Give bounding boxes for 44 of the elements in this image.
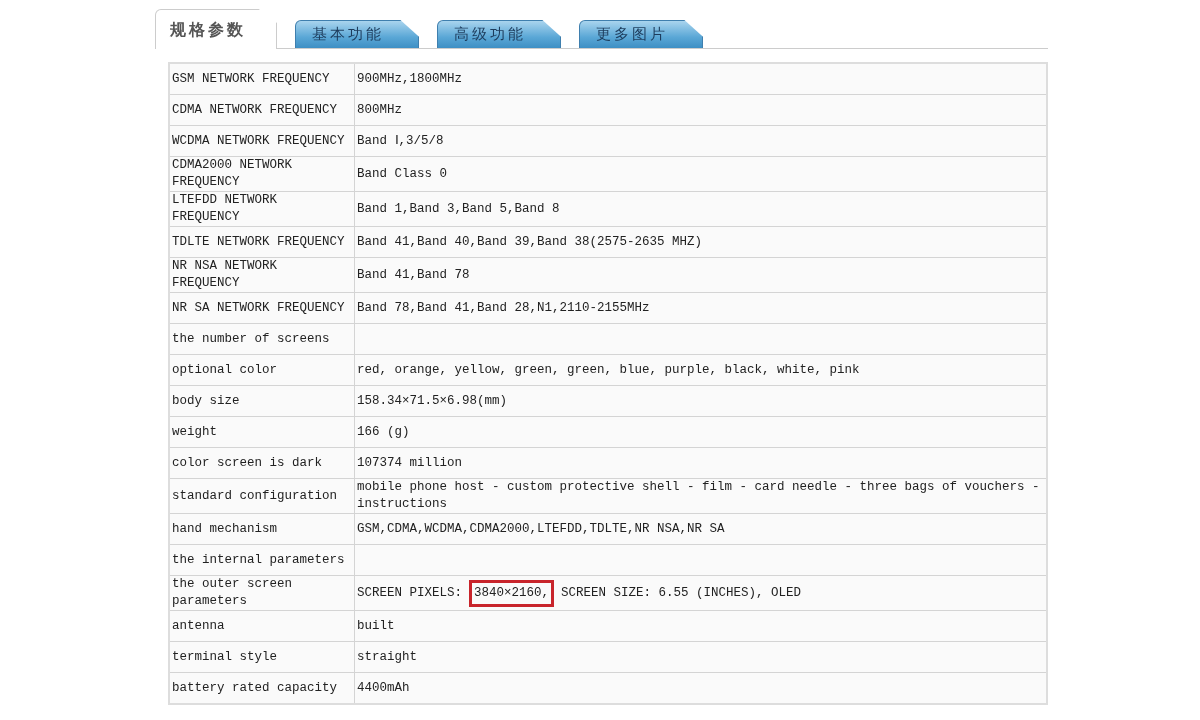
spec-label-cell: body size — [169, 385, 355, 417]
spec-value-cell: Band 41,Band 40,Band 39,Band 38(2575-2635 MHZ) — [354, 226, 1047, 258]
spec-label-cell: GSM NETWORK FREQUENCY — [169, 63, 355, 95]
spec-value-cell: Band 78,Band 41,Band 28,N1,2110-2155MHz — [354, 292, 1047, 324]
spec-label-cell: weight — [169, 416, 355, 448]
spec-value-text: SCREEN PIXELS: — [357, 584, 463, 602]
spec-label-cell: CDMA NETWORK FREQUENCY — [169, 94, 355, 126]
spec-value-cell: 900MHz,1800MHz — [354, 63, 1047, 95]
spec-value-cell: 107374 million — [354, 447, 1047, 479]
spec-label-cell: standard configuration — [169, 478, 355, 514]
spec-label-cell: NR SA NETWORK FREQUENCY — [169, 292, 355, 324]
spec-label-cell: antenna — [169, 610, 355, 642]
spec-value-cell: mobile phone host - custom protective shell - film - card needle - three bags of vouchers - instructions — [354, 478, 1047, 514]
spec-value-cell: Band 41,Band 78 — [354, 257, 1047, 293]
spec-value-cell: Band Class 0 — [354, 156, 1047, 192]
spec-label-cell: TDLTE NETWORK FREQUENCY — [169, 226, 355, 258]
tab[interactable]: 更多图片 — [579, 20, 703, 48]
spec-value-cell: red, orange, yellow, green, green, blue, purple, black, white, pink — [354, 354, 1047, 386]
spec-value-cell: Band Ⅰ,3/5/8 — [354, 125, 1047, 157]
spec-label-cell: NR NSA NETWORK FREQUENCY — [169, 257, 355, 293]
spec-value-cell: straight — [354, 641, 1047, 673]
spec-label-cell: the number of screens — [169, 323, 355, 355]
spec-value-cell: 800MHz — [354, 94, 1047, 126]
spec-value-text: SCREEN SIZE: 6.55 (INCHES), OLED — [561, 584, 802, 602]
spec-label-cell: optional color — [169, 354, 355, 386]
spec-value-cell: built — [354, 610, 1047, 642]
spec-label-cell: hand mechanism — [169, 513, 355, 545]
spec-label-cell: color screen is dark — [169, 447, 355, 479]
tab[interactable]: 高级功能 — [437, 20, 561, 48]
highlighted-value: 3840×2160, — [469, 579, 555, 607]
spec-value-cell: GSM,CDMA,WCDMA,CDMA2000,LTEFDD,TDLTE,NR NSA,NR SA — [354, 513, 1047, 545]
spec-value-cell: Band 1,Band 3,Band 5,Band 8 — [354, 191, 1047, 227]
spec-value-cell: 4400mAh — [354, 672, 1047, 704]
tab[interactable]: 规格参数 — [155, 9, 277, 49]
spec-label-cell: CDMA2000 NETWORK FREQUENCY — [169, 156, 355, 192]
spec-label-cell: the outer screen parameters — [169, 575, 355, 611]
tab[interactable]: 基本功能 — [295, 20, 419, 48]
spec-value-cell: 158.34×71.5×6.98(mm) — [354, 385, 1047, 417]
spec-label-cell: WCDMA NETWORK FREQUENCY — [169, 125, 355, 157]
spec-label-cell: terminal style — [169, 641, 355, 673]
spec-value-cell: 166 (g) — [354, 416, 1047, 448]
spec-label-cell: LTEFDD NETWORK FREQUENCY — [169, 191, 355, 227]
spec-label-cell: battery rated capacity — [169, 672, 355, 704]
spec-label-cell: the internal parameters — [169, 544, 355, 576]
